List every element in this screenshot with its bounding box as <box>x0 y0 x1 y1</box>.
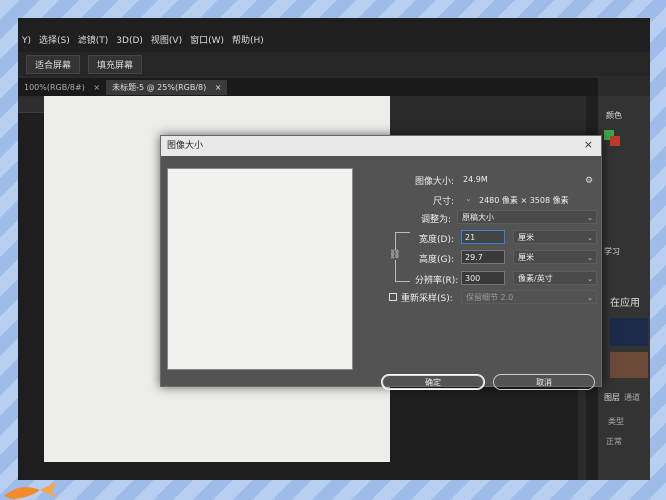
menu-item-filter[interactable]: 滤镜(T) <box>74 33 113 52</box>
resolution-unit-value: 像素/英寸 <box>518 274 553 283</box>
resolution-unit-select[interactable]: 像素/英寸 ⌄ <box>513 271 597 285</box>
chevron-down-icon: ⌄ <box>587 234 593 242</box>
close-icon[interactable]: × <box>93 83 100 92</box>
learn-thumbnail-2[interactable] <box>610 352 648 378</box>
resample-method-select[interactable]: 保留细节 2.0 ⌄ <box>461 290 597 304</box>
height-input[interactable]: 29.7 <box>461 250 505 264</box>
image-preview[interactable] <box>167 168 353 370</box>
tab-layers[interactable]: 图层 <box>604 392 620 403</box>
dialog-title: 图像大小 <box>161 136 601 156</box>
resample-checkbox[interactable] <box>389 293 397 301</box>
close-icon[interactable]: × <box>584 138 593 151</box>
close-icon[interactable]: × <box>215 83 222 92</box>
fit-screen-button[interactable]: 适合屏幕 <box>26 54 81 74</box>
ok-button[interactable]: 确定 <box>381 374 485 390</box>
fit-to-value: 原稿大小 <box>462 213 494 222</box>
resample-label[interactable]: 重新采样(S): <box>401 291 453 304</box>
fit-to-select[interactable]: 原稿大小 ⌄ <box>457 210 597 224</box>
menu-bar: Y) 选择(S) 滤镜(T) 3D(D) 视图(V) 窗口(W) 帮助(H) <box>18 18 650 52</box>
menu-item-help[interactable]: 帮助(H) <box>228 33 268 52</box>
photoshop-screen: Y) 选择(S) 滤镜(T) 3D(D) 视图(V) 窗口(W) 帮助(H) 适… <box>18 18 650 480</box>
canvas-background <box>390 96 578 136</box>
cancel-button[interactable]: 取消 <box>493 374 595 390</box>
learn-thumbnail-1[interactable] <box>610 318 648 346</box>
gear-icon[interactable]: ⚙ <box>585 176 593 186</box>
resample-method-value: 保留细节 2.0 <box>466 293 514 302</box>
tab-color[interactable]: 颜色 <box>606 110 622 121</box>
menu-item-3d[interactable]: 3D(D) <box>112 36 147 52</box>
fit-to-label: 调整为: <box>421 215 452 225</box>
options-bar: 适合屏幕 填充屏幕 <box>18 52 650 76</box>
menu-item-window[interactable]: 窗口(W) <box>186 33 228 52</box>
tab-channels[interactable]: 通道 <box>624 392 640 403</box>
chevron-down-icon: ⌄ <box>587 294 593 302</box>
height-unit-select[interactable]: 厘米 ⌄ <box>513 250 597 264</box>
layer-kind-filter[interactable]: 类型 <box>608 416 624 427</box>
decorative-fish-sticker <box>4 482 58 499</box>
width-label: 宽度(D): <box>419 235 454 245</box>
image-size-label: 图像大小: <box>415 177 455 187</box>
image-size-dialog: 图像大小 × 图像大小: 24.9M ⚙ 尺寸: ⌄ 2480 像素 × 350… <box>160 135 602 390</box>
height-unit-value: 厘米 <box>518 253 534 262</box>
tab-label: 100%(RGB/8#) <box>24 82 85 92</box>
width-unit-select[interactable]: 厘米 ⌄ <box>513 230 597 244</box>
dimensions-label: 尺寸: <box>433 197 455 207</box>
fill-screen-button[interactable]: 填充屏幕 <box>88 54 143 74</box>
width-unit-value: 厘米 <box>518 233 534 242</box>
right-panel: 颜色 学习 在应用 图层 通道 类型 正常 <box>598 96 650 480</box>
chevron-down-icon: ⌄ <box>587 254 593 262</box>
chevron-down-icon: ⌄ <box>587 275 593 283</box>
resolution-label: 分辨率(R): <box>415 276 459 286</box>
image-size-value: 24.9M <box>463 175 488 184</box>
blend-mode-select[interactable]: 正常 <box>606 436 622 447</box>
tab-document-2[interactable]: 未标题-5 @ 25%(RGB/8) × <box>106 79 228 95</box>
menu-item-view[interactable]: 视图(V) <box>147 33 186 52</box>
width-input[interactable]: 21 <box>461 230 505 244</box>
tab-label: 未标题-5 @ 25%(RGB/8) <box>112 82 207 92</box>
height-label: 高度(G): <box>419 255 455 265</box>
tab-learn[interactable]: 学习 <box>604 246 620 257</box>
in-app-heading: 在应用 <box>610 298 640 309</box>
chevron-down-icon: ⌄ <box>587 214 593 222</box>
tab-document-1[interactable]: 100%(RGB/8#) × <box>18 81 106 94</box>
link-icon[interactable]: ⛓ <box>389 250 401 260</box>
chevron-down-icon[interactable]: ⌄ <box>465 194 472 203</box>
menu-item-image[interactable]: Y) <box>18 36 35 52</box>
dimensions-value: 2480 像素 × 3508 像素 <box>479 196 569 205</box>
background-color-swatch[interactable] <box>610 136 620 146</box>
menu-item-select[interactable]: 选择(S) <box>35 33 74 52</box>
document-tabs: 100%(RGB/8#) × 未标题-5 @ 25%(RGB/8) × <box>18 78 598 96</box>
resolution-input[interactable]: 300 <box>461 271 505 285</box>
